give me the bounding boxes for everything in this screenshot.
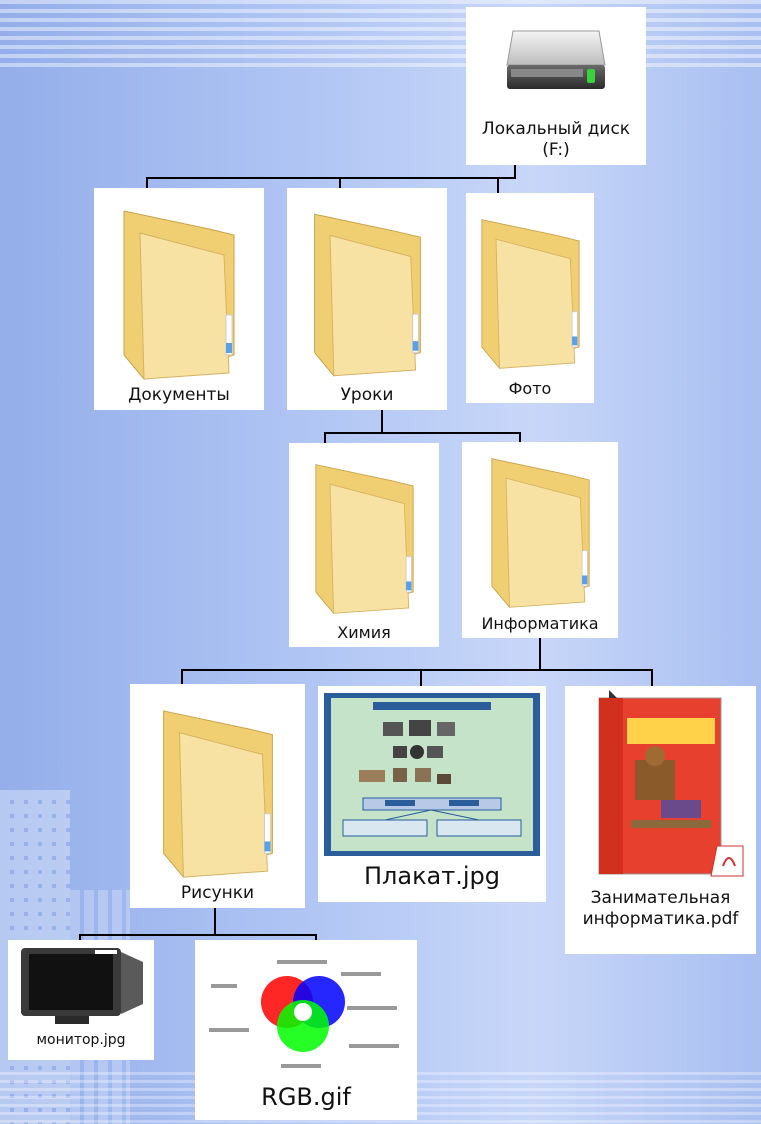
- folder-node-khimiya[interactable]: Химия: [289, 443, 439, 647]
- folder-node-dokumenty[interactable]: Документы: [94, 188, 264, 410]
- file-node-zanimatelnaya[interactable]: Занимательная информатика.pdf: [565, 686, 756, 954]
- file-label-rgb: RGB.gif: [261, 1083, 351, 1111]
- folder-icon: [480, 219, 580, 369]
- folder-node-informatika[interactable]: Информатика: [462, 442, 618, 638]
- rgb-diagram-icon: [201, 944, 411, 1076]
- pdf-book-icon: [570, 690, 751, 880]
- folder-icon: [162, 710, 273, 878]
- root-drive-label: Локальный диск (F:): [481, 118, 631, 160]
- root-drive-node[interactable]: Локальный диск (F:): [466, 7, 646, 165]
- monitor-image-icon: [21, 948, 143, 1024]
- connector-uroki: [324, 408, 521, 445]
- folder-icon: [490, 458, 590, 608]
- folder-node-risunki[interactable]: Рисунки: [130, 684, 305, 908]
- file-node-plakat[interactable]: Плакат.jpg: [318, 686, 546, 902]
- folder-icon: [123, 210, 235, 380]
- folder-label-foto: Фото: [508, 379, 552, 398]
- folder-node-foto[interactable]: Фото: [466, 193, 594, 403]
- folder-label-khimiya: Химия: [337, 623, 391, 642]
- file-node-monitor[interactable]: монитор.jpg: [8, 940, 154, 1060]
- folder-label-dokumenty: Документы: [128, 384, 230, 405]
- file-label-monitor: монитор.jpg: [36, 1032, 126, 1048]
- poster-image-icon: [324, 693, 540, 856]
- file-label-zanimatelnaya: Занимательная информатика.pdf: [582, 888, 739, 930]
- folder-label-informatika: Информатика: [481, 614, 599, 633]
- folder-icon: [314, 464, 414, 614]
- folder-label-risunki: Рисунки: [180, 882, 255, 903]
- file-node-rgb[interactable]: RGB.gif: [195, 940, 417, 1120]
- folder-node-uroki[interactable]: Уроки: [287, 188, 447, 410]
- folder-label-uroki: Уроки: [340, 384, 394, 405]
- file-label-plakat: Плакат.jpg: [363, 862, 501, 890]
- folder-icon: [313, 213, 421, 377]
- hard-drive-icon: [506, 30, 606, 89]
